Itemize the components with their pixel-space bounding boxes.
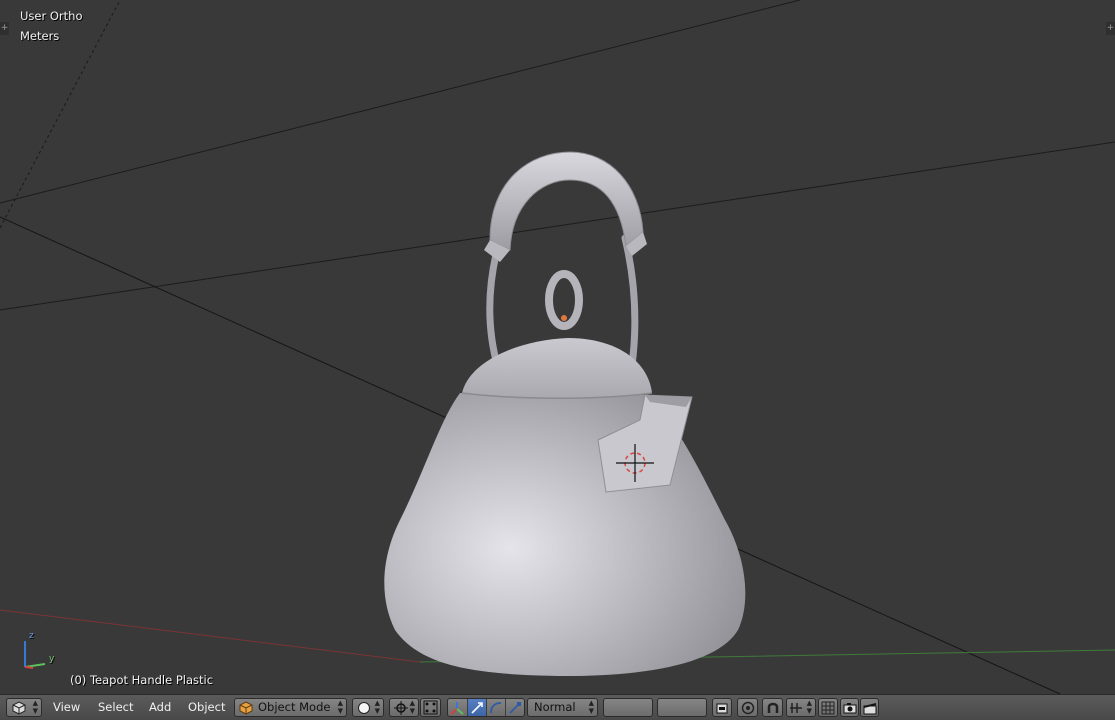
manipulator-toggle-button[interactable] — [448, 699, 468, 716]
snap-toggle-button[interactable] — [762, 698, 783, 717]
scale-icon — [509, 701, 521, 714]
menu-select[interactable]: Select — [98, 700, 133, 715]
rotate-arc-icon — [489, 701, 501, 713]
active-object-label: (0) Teapot Handle Plastic — [70, 673, 214, 687]
orange-cube-icon — [239, 701, 253, 715]
manipulator-axes-icon — [450, 701, 464, 715]
opengl-render-animation-button[interactable] — [860, 698, 879, 717]
proportional-edit-icon — [741, 701, 755, 715]
properties-toggle-icon[interactable]: + — [1106, 22, 1115, 35]
magnet-icon — [767, 702, 779, 713]
lock-layers-button[interactable] — [712, 698, 732, 717]
viewport-header: ▲ ▼ View Select Add Object Object Mode ▲ ▼… — [0, 694, 1115, 720]
layer-lock-icon — [716, 703, 728, 714]
scale-manipulator-button[interactable] — [506, 699, 524, 716]
grid-icon — [821, 701, 835, 715]
rotate-manipulator-button[interactable] — [487, 699, 506, 716]
orientation-label: Normal — [534, 700, 576, 714]
camera-icon — [843, 703, 857, 714]
interaction-mode-dropdown[interactable]: Object Mode ▲ ▼ — [234, 698, 347, 717]
axis-gizmo — [24, 641, 46, 669]
menu-add[interactable]: Add — [149, 700, 171, 715]
snap-increment-icon — [790, 703, 802, 713]
axis-z-label: z — [29, 631, 34, 641]
layer-buttons-1[interactable] — [604, 699, 652, 716]
arrow-icon — [471, 701, 483, 714]
axis-y-label: y — [49, 654, 55, 664]
3d-viewport[interactable]: + + User Ortho Meters z y (0) Teapot Han… — [0, 0, 1115, 694]
proportional-editing-button[interactable] — [737, 698, 758, 717]
manipulate-centers-icon — [423, 700, 438, 715]
pivot-point-icon — [394, 701, 408, 715]
toolshelf-toggle-icon[interactable]: + — [0, 22, 9, 35]
cube-icon — [12, 701, 26, 715]
pivot-point-dropdown[interactable]: ▲ ▼ — [389, 698, 419, 717]
viewport-shading-dropdown[interactable]: ▲ ▼ — [352, 698, 384, 717]
layer-buttons-2[interactable] — [658, 699, 706, 716]
transform-orientation-dropdown[interactable]: Normal ▲ ▼ — [527, 698, 598, 717]
pivot-manipulate-centers-button[interactable] — [420, 698, 441, 717]
mode-label: Object Mode — [258, 700, 331, 714]
menu-object[interactable]: Object — [188, 700, 225, 715]
units-label: Meters — [20, 29, 60, 43]
menu-view[interactable]: View — [53, 700, 80, 715]
opengl-render-button[interactable] — [840, 698, 859, 717]
layers-group-2 — [657, 698, 707, 717]
snap-target-button[interactable] — [818, 698, 838, 717]
snap-element-dropdown[interactable]: ▲ ▼ — [786, 698, 816, 717]
translate-manipulator-button[interactable] — [467, 699, 487, 716]
clapperboard-icon — [863, 703, 877, 715]
scene-canvas[interactable] — [0, 0, 1115, 694]
view-name-label: User Ortho — [20, 9, 83, 23]
layers-group-1 — [603, 698, 653, 717]
transform-manipulator-group — [447, 698, 525, 717]
editor-type-button[interactable]: ▲ ▼ — [6, 698, 42, 717]
solid-sphere-icon — [358, 702, 370, 714]
